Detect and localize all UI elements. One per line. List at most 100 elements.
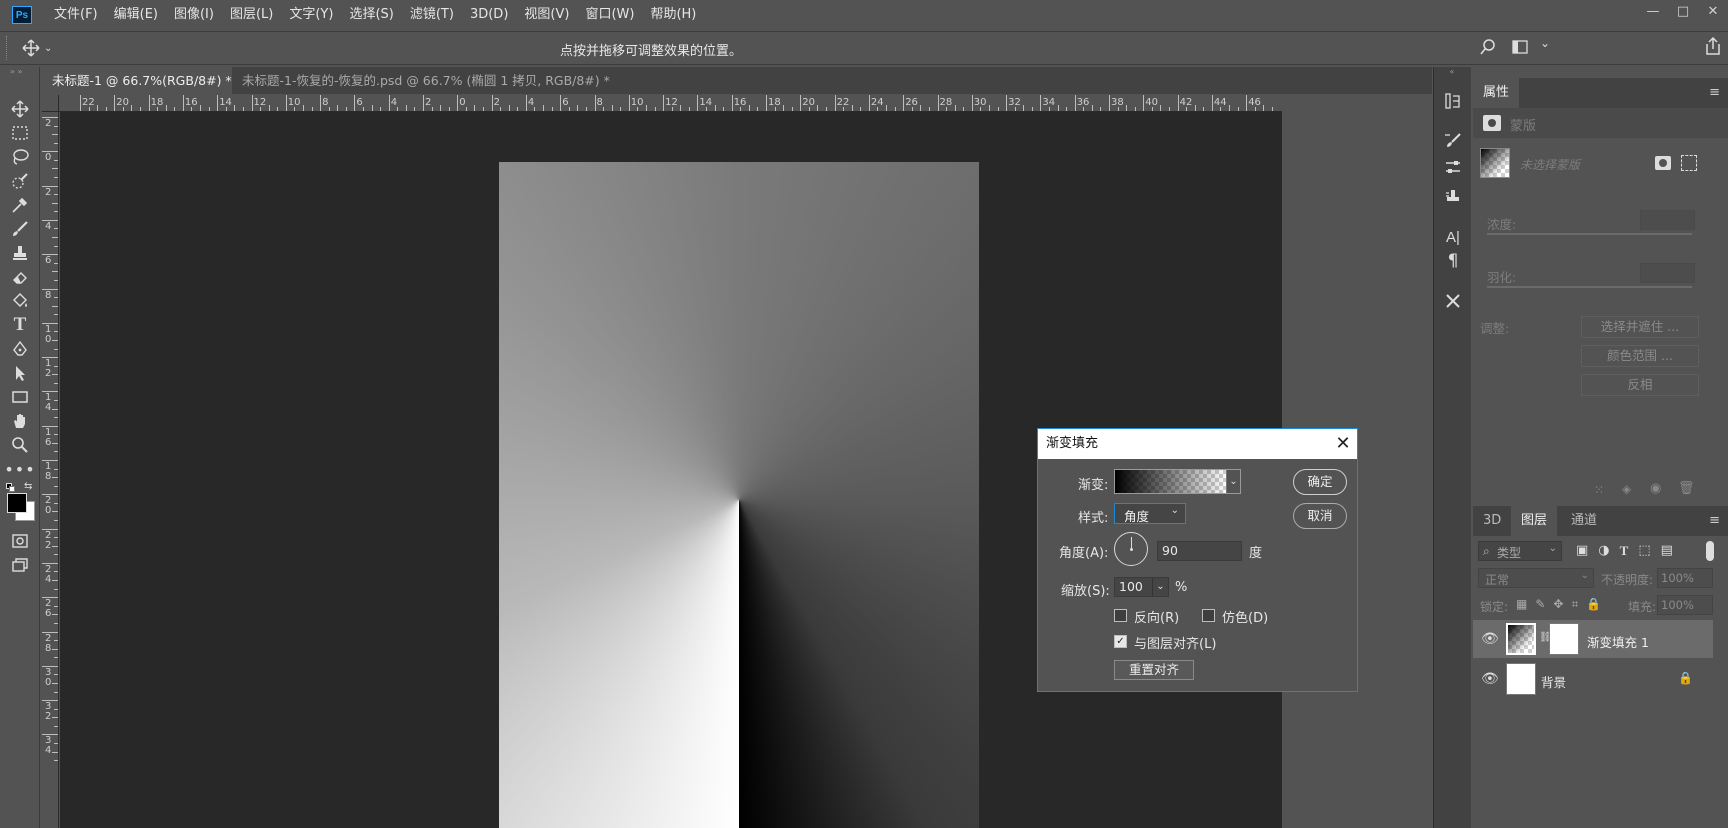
- marquee-tool-icon[interactable]: [8, 121, 32, 145]
- close-button[interactable]: ✕: [1698, 0, 1728, 22]
- lasso-tool-icon[interactable]: [8, 145, 32, 169]
- restore-button[interactable]: □: [1668, 0, 1698, 22]
- lock-artboard-icon[interactable]: ⌗: [1571, 597, 1578, 612]
- gradient-swatch[interactable]: ⌄: [1114, 469, 1241, 494]
- dither-checkbox[interactable]: [1202, 609, 1215, 622]
- reset-align-button[interactable]: 重置对齐: [1114, 660, 1194, 680]
- tab-properties[interactable]: 属性: [1473, 78, 1520, 108]
- workspace-icon[interactable]: [1512, 39, 1528, 58]
- ruler-tick: [543, 105, 545, 111]
- menu-image[interactable]: 图像(I): [166, 0, 222, 30]
- brush-tool-icon[interactable]: [8, 217, 32, 241]
- swap-colors-icon[interactable]: ⇆: [24, 481, 32, 492]
- tool-presets-icon[interactable]: [1441, 289, 1465, 313]
- ruler-tick: [362, 107, 364, 111]
- ruler-tick: [783, 105, 785, 111]
- tab-channels[interactable]: 通道: [1561, 506, 1607, 536]
- layer-row-background[interactable]: 👁 背景 🔒: [1473, 660, 1713, 698]
- pixel-mask-icon[interactable]: [1483, 115, 1501, 131]
- lock-all-icon[interactable]: 🔒: [1586, 597, 1601, 612]
- stamp-tool-icon[interactable]: [8, 241, 32, 265]
- chevron-down-icon[interactable]: ⌄: [1152, 578, 1168, 596]
- ruler-label: 2 0: [45, 495, 52, 517]
- menu-layer[interactable]: 图层(L): [222, 0, 281, 30]
- hand-tool-icon[interactable]: [8, 409, 32, 433]
- foreground-color-swatch[interactable]: [7, 493, 27, 513]
- paint-bucket-tool-icon[interactable]: [8, 289, 32, 313]
- tab-3d[interactable]: 3D: [1473, 506, 1511, 536]
- workspace-dropdown-icon[interactable]: ⌄: [1540, 36, 1550, 50]
- history-icon[interactable]: [1441, 89, 1465, 113]
- move-tool-icon[interactable]: [8, 97, 32, 121]
- menu-edit[interactable]: 编辑(E): [106, 0, 166, 30]
- character-icon[interactable]: A|: [1441, 225, 1465, 249]
- zoom-tool-icon[interactable]: [8, 433, 32, 457]
- visibility-eye-icon[interactable]: 👁: [1481, 631, 1499, 647]
- style-dropdown[interactable]: 角度 ⌄: [1114, 503, 1186, 524]
- layer-filter-dropdown[interactable]: ⌕ 类型 ⌄: [1478, 541, 1562, 561]
- eyedropper-tool-icon[interactable]: [8, 193, 32, 217]
- dialog-close-icon[interactable]: ✕: [1330, 429, 1356, 459]
- collapse-icon[interactable]: »: [0, 67, 40, 77]
- menu-window[interactable]: 窗口(W): [577, 0, 642, 30]
- paragraph-icon[interactable]: ¶: [1441, 249, 1465, 273]
- lock-position-icon[interactable]: ✥: [1553, 597, 1563, 612]
- layer-name[interactable]: 渐变填充 1: [1587, 632, 1649, 651]
- path-select-tool-icon[interactable]: [8, 361, 32, 385]
- rectangle-tool-icon[interactable]: [8, 385, 32, 409]
- tools-panel: » T ••• ⇆: [0, 67, 40, 828]
- angle-dial[interactable]: [1114, 532, 1148, 566]
- collapse-icon[interactable]: «: [1434, 67, 1470, 77]
- ok-button[interactable]: 确定: [1293, 469, 1347, 495]
- add-vector-mask-icon[interactable]: [1681, 155, 1697, 171]
- quick-select-tool-icon[interactable]: [8, 169, 32, 193]
- pen-tool-icon[interactable]: [8, 337, 32, 361]
- layer-name[interactable]: 背景: [1541, 672, 1566, 691]
- layer-row-gradient-fill[interactable]: 👁 ⛓ 渐变填充 1: [1473, 620, 1713, 658]
- ruler-origin[interactable]: [42, 95, 59, 112]
- share-icon[interactable]: [1704, 36, 1722, 59]
- menu-3d[interactable]: 3D(D): [462, 0, 516, 30]
- ruler-tick: [277, 107, 279, 111]
- eraser-tool-icon[interactable]: [8, 265, 32, 289]
- document-canvas[interactable]: [499, 162, 979, 828]
- brush-settings-icon[interactable]: [1441, 129, 1465, 153]
- lock-transparent-icon[interactable]: ▦: [1516, 597, 1527, 612]
- angle-input[interactable]: 90: [1157, 541, 1242, 561]
- move-tool-preset-icon[interactable]: ⌄: [22, 37, 62, 59]
- filter-adjustment-icon[interactable]: ◑: [1598, 543, 1609, 559]
- lock-pixels-icon[interactable]: ✎: [1535, 597, 1545, 612]
- more-tools-icon[interactable]: •••: [4, 457, 34, 481]
- menu-view[interactable]: 视图(V): [516, 0, 577, 30]
- panel-menu-icon[interactable]: ≡: [1709, 513, 1720, 528]
- menu-file[interactable]: 文件(F): [46, 0, 106, 30]
- quick-mask-icon[interactable]: [8, 529, 32, 553]
- minimize-button[interactable]: —: [1638, 0, 1668, 22]
- filter-toggle[interactable]: [1706, 541, 1714, 561]
- ruler-tick: [877, 107, 879, 111]
- menu-select[interactable]: 选择(S): [341, 0, 401, 30]
- filter-pixel-icon[interactable]: ▣: [1576, 543, 1588, 559]
- search-icon[interactable]: [1480, 39, 1496, 58]
- cancel-button[interactable]: 取消: [1293, 503, 1347, 529]
- menu-help[interactable]: 帮助(H): [642, 0, 704, 30]
- tab-layers[interactable]: 图层: [1511, 506, 1558, 536]
- reverse-checkbox[interactable]: [1114, 609, 1127, 622]
- panel-menu-icon[interactable]: ≡: [1709, 85, 1720, 100]
- ruler-label: 3 4: [45, 735, 52, 757]
- visibility-eye-icon[interactable]: 👁: [1481, 671, 1499, 687]
- adjustments-icon[interactable]: [1441, 155, 1465, 179]
- clone-source-icon[interactable]: [1441, 185, 1465, 209]
- type-tool-icon[interactable]: T: [8, 313, 32, 337]
- align-checkbox[interactable]: ✓: [1114, 635, 1127, 648]
- screen-mode-icon[interactable]: [8, 553, 32, 577]
- menu-type[interactable]: 文字(Y): [281, 0, 341, 30]
- tab-untitled-1[interactable]: 未标题-1 @ 66.7%(RGB/8#) *×: [42, 67, 232, 94]
- filter-type-icon[interactable]: T: [1620, 543, 1629, 559]
- default-colors-icon[interactable]: [6, 483, 16, 493]
- filter-shape-icon[interactable]: ⬚: [1638, 543, 1650, 559]
- tab-recovered-psd[interactable]: 未标题-1-恢复的-恢复的.psd @ 66.7% (椭圆 1 拷贝, RGB/…: [232, 67, 612, 94]
- menu-filter[interactable]: 滤镜(T): [402, 0, 462, 30]
- filter-smart-object-icon[interactable]: ▤: [1661, 543, 1673, 559]
- add-pixel-mask-icon[interactable]: [1655, 156, 1671, 170]
